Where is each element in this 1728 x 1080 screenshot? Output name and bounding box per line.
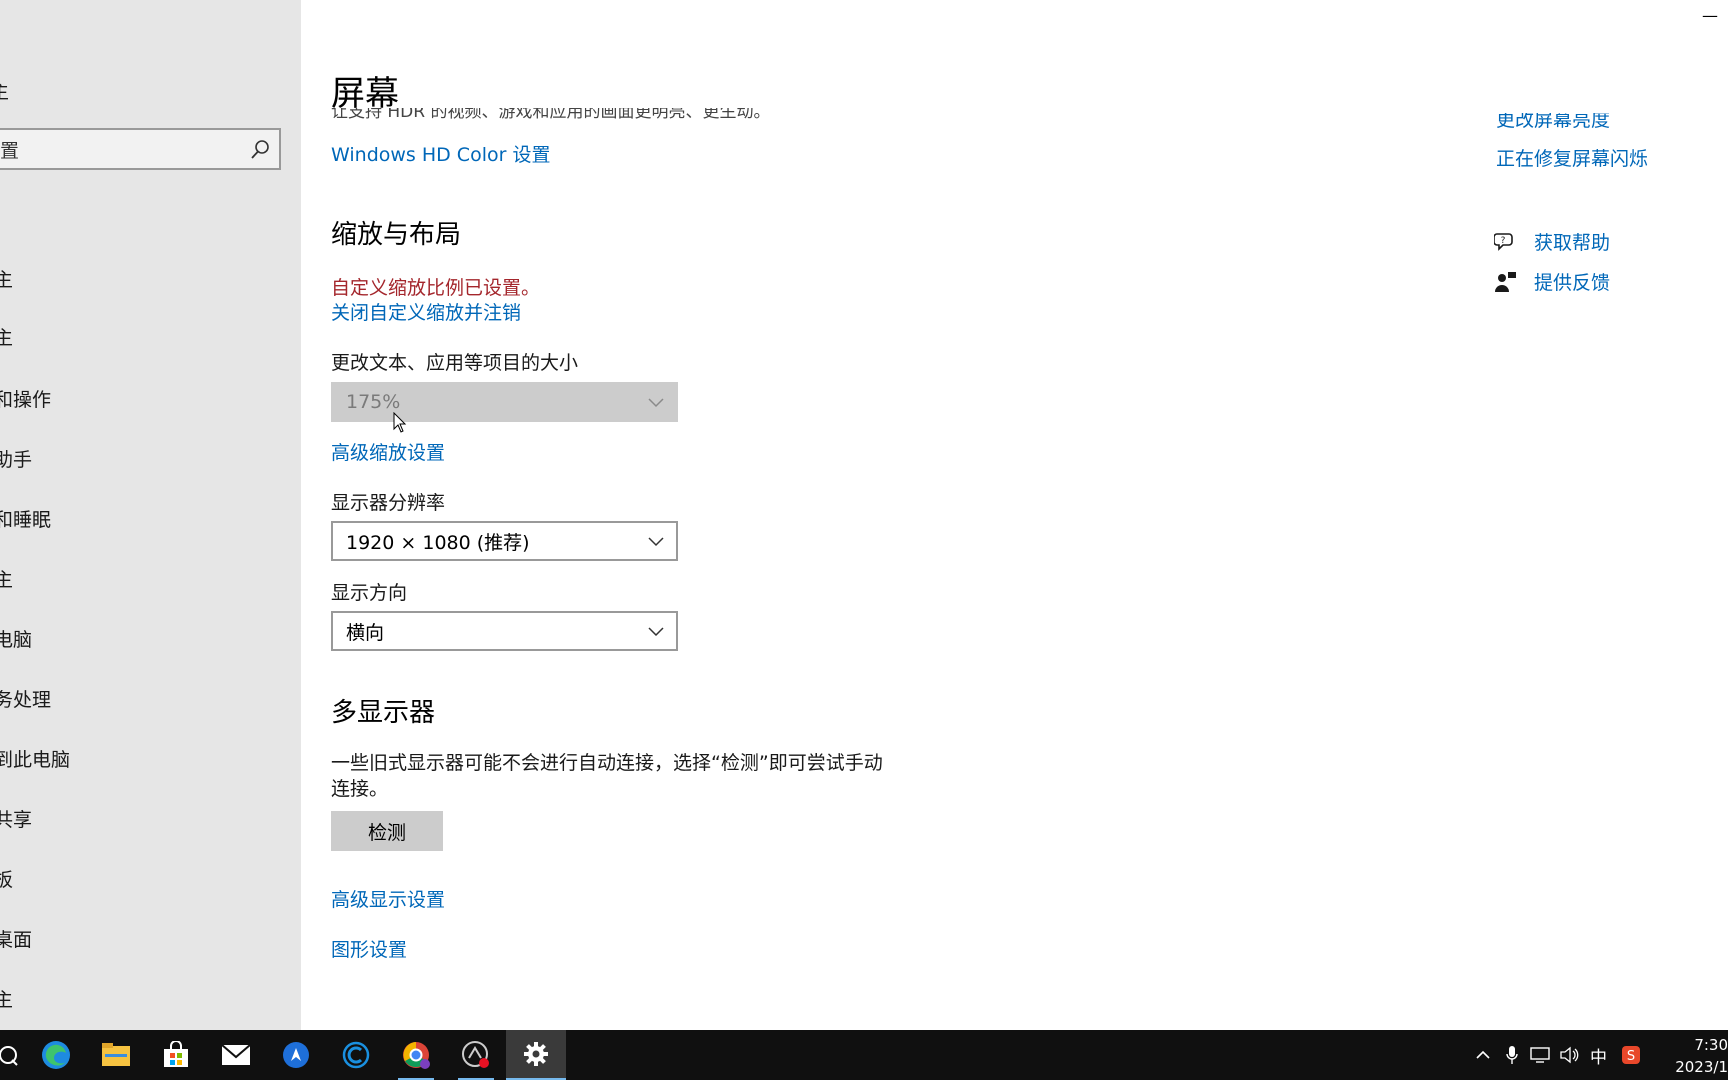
fix-flicker-link[interactable]: 正在修复屏幕闪烁 (1496, 144, 1648, 171)
clock[interactable]: 7:30 2023/1 (1675, 1034, 1728, 1078)
file-explorer-icon[interactable] (86, 1030, 146, 1080)
resolution-dropdown[interactable]: 1920 × 1080 (推荐) (331, 521, 678, 561)
chevron-up-icon[interactable] (1476, 1050, 1490, 1060)
search-input[interactable]: 置 (0, 136, 19, 163)
scale-layout-heading: 缩放与布局 (331, 220, 462, 250)
feedback-row[interactable]: 提供反馈 (1494, 268, 1610, 295)
get-help-link[interactable]: 获取帮助 (1534, 228, 1610, 255)
sidebar-item[interactable]: 务处理 (0, 686, 51, 714)
c-app-icon[interactable] (326, 1030, 386, 1080)
store-icon[interactable] (146, 1030, 206, 1080)
graphics-settings-link[interactable]: 图形设置 (331, 935, 407, 962)
microphone-icon[interactable] (1506, 1045, 1518, 1065)
svg-text:S: S (1627, 1049, 1635, 1064)
chevron-down-icon (648, 627, 664, 637)
multi-display-description: 一些旧式显示器可能不会进行自动连接，选择“检测”即可尝试手动连接。 (331, 752, 883, 800)
orientation-dropdown-value: 横向 (346, 621, 385, 644)
sidebar-item[interactable]: 到此电脑 (0, 746, 70, 774)
search-box[interactable]: 置 (0, 128, 281, 170)
taskbar: 中 S 7:30 2023/1 (0, 1030, 1728, 1080)
sidebar-item[interactable]: 主 (0, 986, 13, 1014)
resolution-dropdown-value: 1920 × 1080 (推荐) (346, 531, 530, 554)
sidebar-item[interactable]: 和操作 (0, 386, 51, 414)
sogou-input-icon[interactable]: S (1621, 1045, 1641, 1065)
sidebar-item[interactable]: 主 (0, 566, 13, 594)
app-blue-icon[interactable] (266, 1030, 326, 1080)
feedback-person-icon (1495, 271, 1516, 292)
chevron-down-icon (648, 537, 664, 547)
get-help-row[interactable]: ? 获取帮助 (1494, 228, 1610, 255)
mouse-cursor-icon (393, 412, 407, 433)
change-brightness-link[interactable]: 更改屏幕亮度 (1496, 113, 1610, 129)
settings-icon[interactable] (506, 1030, 566, 1080)
scale-dropdown-value: 175% (346, 391, 401, 413)
feedback-link[interactable]: 提供反馈 (1534, 268, 1610, 295)
edge-icon[interactable] (26, 1030, 86, 1080)
search-icon[interactable] (249, 139, 271, 161)
resolution-label: 显示器分辨率 (331, 492, 446, 514)
clock-time: 7:30 (1694, 1036, 1728, 1054)
advanced-display-link[interactable]: 高级显示设置 (331, 885, 445, 912)
custom-scale-warning: 自定义缩放比例已设置。 (331, 277, 541, 299)
sidebar-item[interactable]: 共享 (0, 806, 32, 834)
nav-pane: 主 置 主主和操作助手和睡眠主电脑务处理到此电脑共享板桌面主 (0, 0, 301, 1030)
minimize-button[interactable]: — (1702, 6, 1718, 25)
sidebar-item[interactable]: 桌面 (0, 926, 32, 954)
sidebar-item[interactable]: 和睡眠 (0, 506, 51, 534)
sidebar-item[interactable]: 板 (0, 866, 13, 894)
scale-dropdown[interactable]: 175% (331, 382, 678, 422)
chevron-down-icon (648, 398, 664, 408)
svg-text:?: ? (1501, 236, 1506, 246)
nav-home-label[interactable]: 主 (0, 77, 9, 104)
volume-icon[interactable] (1560, 1046, 1580, 1064)
network-icon[interactable] (1530, 1046, 1550, 1064)
advanced-scale-link[interactable]: 高级缩放设置 (331, 438, 445, 465)
orientation-label: 显示方向 (331, 582, 408, 604)
sidebar-item[interactable]: 电脑 (0, 626, 32, 654)
sidebar-item[interactable]: 主 (0, 324, 13, 352)
sidebar-item[interactable]: 助手 (0, 446, 32, 474)
sidebar-item[interactable]: 主 (0, 266, 13, 294)
detect-button[interactable]: 检测 (331, 811, 443, 851)
app-dark-icon[interactable] (446, 1030, 506, 1080)
orientation-dropdown[interactable]: 横向 (331, 611, 678, 651)
system-tray: 中 S (1476, 1030, 1641, 1080)
turn-off-custom-scale-link[interactable]: 关闭自定义缩放并注销 (331, 298, 521, 325)
mail-icon[interactable] (206, 1030, 266, 1080)
help-chat-icon: ? (1494, 232, 1513, 251)
hdr-description: 让支持 HDR 的视频、游戏和应用的画面更明亮、更生动。 (331, 108, 771, 122)
hd-color-settings-link[interactable]: Windows HD Color 设置 (331, 140, 550, 167)
chrome-icon[interactable] (386, 1030, 446, 1080)
ime-indicator[interactable]: 中 (1590, 1043, 1607, 1068)
multi-display-heading: 多显示器 (331, 698, 436, 728)
text-size-label: 更改文本、应用等项目的大小 (331, 352, 579, 374)
settings-window: 主 置 主主和操作助手和睡眠主电脑务处理到此电脑共享板桌面主 屏幕 让支持 HD… (0, 0, 1728, 1080)
clock-date: 2023/1 (1675, 1058, 1728, 1076)
